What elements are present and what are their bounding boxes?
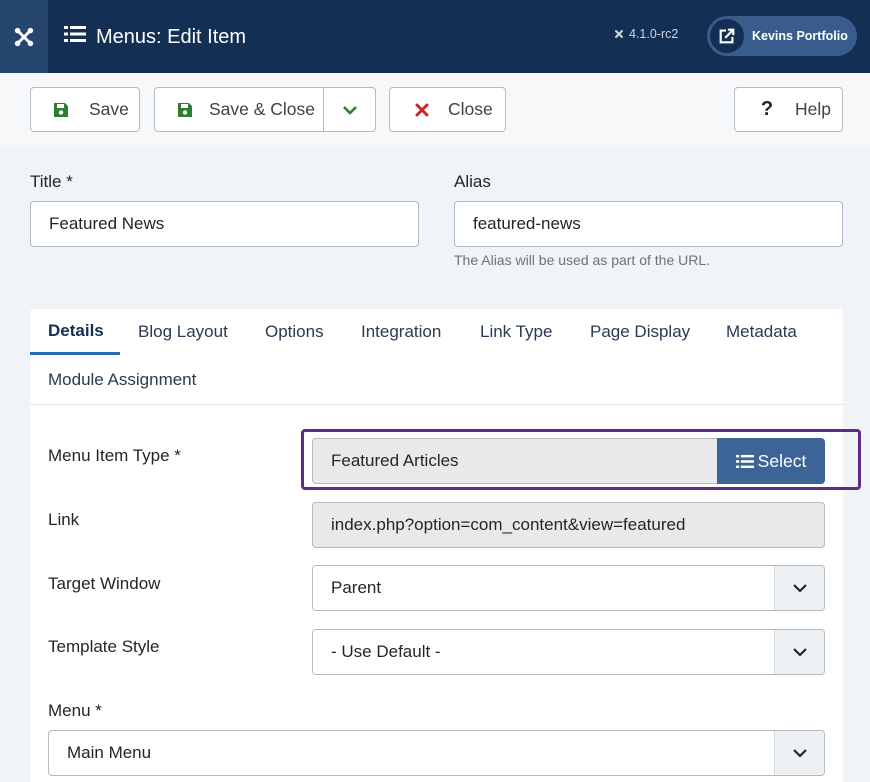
site-link-label: Kevins Portfolio (752, 29, 848, 43)
chevron-down-icon (774, 731, 824, 775)
template-style-value: - Use Default - (331, 642, 441, 661)
alias-label: Alias (454, 172, 491, 191)
site-link-button[interactable]: Kevins Portfolio (707, 16, 857, 56)
help-button[interactable]: ? Help (734, 87, 843, 132)
save-icon (51, 102, 71, 118)
close-icon (412, 103, 432, 117)
target-window-value: Parent (331, 578, 382, 597)
edit-card: Details Blog Layout Options Integration … (30, 309, 861, 782)
tab-details[interactable]: Details (30, 309, 120, 355)
close-button[interactable]: Close (389, 87, 506, 132)
target-window-select[interactable]: Parent (312, 565, 825, 611)
list-icon (64, 25, 86, 49)
alias-hint: The Alias will be used as part of the UR… (454, 252, 711, 268)
question-icon: ? (760, 98, 774, 120)
save-icon (175, 102, 195, 118)
tab-metadata[interactable]: Metadata (726, 309, 797, 355)
menu-select[interactable]: Main Menu (48, 730, 825, 776)
close-label: Close (448, 99, 493, 119)
chevron-down-icon (342, 105, 357, 115)
joomla-logo-icon[interactable] (0, 0, 48, 73)
menu-item-type-label: Menu Item Type * (48, 446, 181, 465)
save-label: Save (89, 99, 129, 119)
template-style-select[interactable]: - Use Default - (312, 629, 825, 675)
tab-bar: Details Blog Layout Options Integration … (30, 309, 843, 405)
tab-options[interactable]: Options (265, 309, 324, 355)
tab-integration[interactable]: Integration (361, 309, 441, 355)
select-type-button[interactable]: Select (717, 438, 825, 484)
page-title: Menus: Edit Item (64, 22, 246, 52)
chevron-down-icon (774, 566, 824, 610)
version-badge: 4.1.0-rc2 (613, 27, 678, 41)
version-text: 4.1.0-rc2 (629, 27, 679, 41)
menu-value: Main Menu (67, 743, 152, 762)
header-bar: Menus: Edit Item 4.1.0-rc2 Kevins Portfo… (0, 0, 870, 73)
list-icon (735, 454, 754, 468)
save-close-label: Save & Close (209, 99, 316, 119)
title-input[interactable]: Featured News (30, 201, 419, 247)
menu-label: Menu * (48, 701, 102, 720)
save-close-button[interactable]: Save & Close (154, 87, 324, 132)
external-link-icon (710, 19, 744, 53)
tab-link-type[interactable]: Link Type (480, 309, 552, 355)
tab-blog-layout[interactable]: Blog Layout (138, 309, 228, 355)
alias-input[interactable]: featured-news (454, 201, 843, 247)
toolbar: Save Save & Close Close ? Help (0, 73, 870, 147)
tab-page-display[interactable]: Page Display (590, 309, 690, 355)
link-label: Link (48, 510, 80, 529)
save-options-dropdown[interactable] (323, 87, 376, 132)
tab-module-assignment[interactable]: Module Assignment (48, 357, 196, 403)
title-label: Title * (30, 172, 73, 191)
target-window-label: Target Window (48, 574, 161, 593)
page-title-text: Menus: Edit Item (96, 25, 247, 48)
link-field: index.php?option=com_content&view=featur… (312, 502, 825, 548)
menu-item-type-field: Featured Articles (312, 438, 717, 484)
save-button[interactable]: Save (30, 87, 140, 132)
joomla-small-icon (615, 30, 623, 38)
select-label: Select (757, 450, 807, 471)
help-label: Help (795, 99, 831, 119)
template-style-label: Template Style (48, 637, 160, 656)
chevron-down-icon (774, 630, 824, 674)
